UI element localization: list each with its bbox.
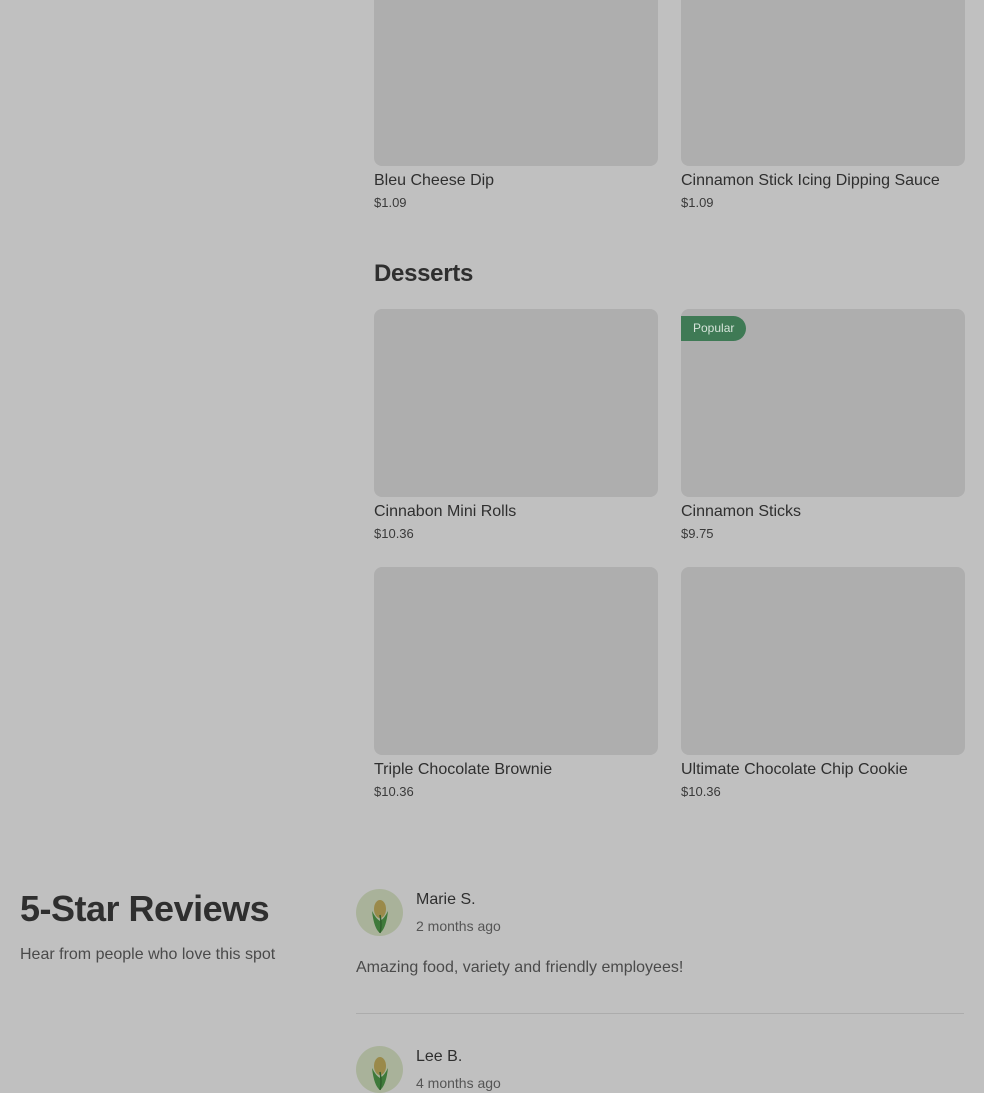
menu-item-image <box>681 0 965 166</box>
menu-item-price: $9.75 <box>681 526 714 541</box>
review-text: Amazing food, variety and friendly emplo… <box>356 959 684 976</box>
menu-item-image <box>681 567 965 755</box>
menu-item-card[interactable]: Cinnabon Mini Rolls $10.36 <box>374 309 658 542</box>
menu-item-name: Cinnabon Mini Rolls <box>374 503 517 520</box>
corn-icon <box>356 1046 403 1093</box>
menu-item-image <box>374 309 658 497</box>
review-date: 4 months ago <box>416 1075 501 1091</box>
menu-item-card[interactable]: Cinnamon Stick Icing Dipping Sauce $1.09 <box>681 0 965 211</box>
menu-item-image <box>374 567 658 755</box>
menu-item-price: $10.36 <box>374 526 414 541</box>
menu-item-price: $10.36 <box>681 784 721 799</box>
menu-item-card[interactable]: Triple Chocolate Brownie $10.36 <box>374 567 658 800</box>
reviews-title: 5-Star Reviews <box>20 888 270 929</box>
menu-item-card[interactable]: Ultimate Chocolate Chip Cookie $10.36 <box>681 567 965 800</box>
menu-item-name: Bleu Cheese Dip <box>374 172 495 189</box>
corn-icon <box>356 889 403 936</box>
menu-item-price: $1.09 <box>681 195 714 210</box>
menu-item-name: Ultimate Chocolate Chip Cookie <box>681 761 908 778</box>
menu-item-card[interactable]: Bleu Cheese Dip $1.09 <box>374 0 658 211</box>
menu-item-card[interactable]: Popular Cinnamon Sticks $9.75 <box>681 309 965 542</box>
menu-item-name: Cinnamon Stick Icing Dipping Sauce <box>681 172 940 189</box>
popular-badge: Popular <box>681 316 747 341</box>
reviewer-name: Marie S. <box>416 891 476 908</box>
menu-item-name: Cinnamon Sticks <box>681 503 802 520</box>
section-title-desserts: Desserts <box>374 260 474 287</box>
reviewer-name: Lee B. <box>416 1048 463 1065</box>
reviews-subtitle: Hear from people who love this spot <box>20 946 276 963</box>
menu-item-price: $1.09 <box>374 195 407 210</box>
menu-item-image: Popular <box>681 309 965 497</box>
review-divider <box>356 1013 964 1014</box>
review-date: 2 months ago <box>416 918 501 934</box>
menu-item-price: $10.36 <box>374 784 414 799</box>
menu-item-name: Triple Chocolate Brownie <box>374 761 553 778</box>
menu-item-image <box>374 0 658 166</box>
